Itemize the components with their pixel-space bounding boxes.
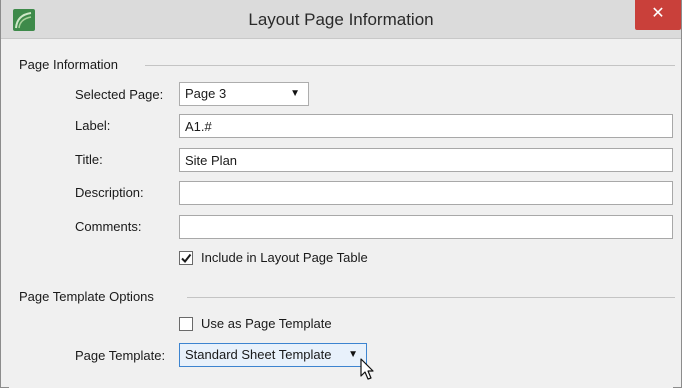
page-template-label: Page Template:	[75, 348, 166, 363]
include-in-layout-page-table-checkbox[interactable]	[179, 251, 193, 265]
use-as-page-template-label[interactable]: Use as Page Template	[201, 312, 332, 336]
label-field-label: Label:	[75, 118, 111, 133]
dialog-window: Layout Page Information ✕ Page Informati…	[0, 0, 682, 388]
dialog-content: Page Information Selected Page: Page 3 ▼…	[9, 44, 675, 388]
include-in-layout-page-table-label[interactable]: Include in Layout Page Table	[201, 246, 368, 270]
chevron-down-icon: ▼	[290, 88, 300, 99]
description-input[interactable]	[179, 181, 673, 205]
selected-page-value: Page 3	[185, 86, 227, 101]
title-input[interactable]	[179, 148, 673, 172]
title-bar[interactable]: Layout Page Information ✕	[1, 0, 681, 39]
checkmark-icon	[181, 253, 192, 264]
description-field-label: Description:	[75, 185, 144, 200]
selected-page-dropdown[interactable]: Page 3 ▼	[179, 82, 309, 106]
comments-input[interactable]	[179, 215, 673, 239]
page-template-options-group-label: Page Template Options	[19, 289, 154, 304]
label-input[interactable]	[179, 114, 673, 138]
group-divider	[145, 65, 675, 66]
close-icon: ✕	[651, 5, 665, 22]
close-button[interactable]: ✕	[635, 0, 681, 30]
page-template-value: Standard Sheet Template	[185, 347, 332, 362]
selected-page-label: Selected Page:	[75, 87, 164, 102]
chevron-down-icon: ▼	[348, 349, 358, 360]
window-title: Layout Page Information	[248, 10, 434, 29]
mouse-pointer-icon	[360, 358, 374, 380]
page-template-dropdown[interactable]: Standard Sheet Template ▼	[179, 343, 367, 367]
page-information-group-label: Page Information	[19, 57, 119, 72]
group-divider	[187, 297, 675, 298]
title-field-label: Title:	[75, 152, 103, 167]
use-as-page-template-checkbox[interactable]	[179, 317, 193, 331]
comments-field-label: Comments:	[75, 219, 142, 234]
